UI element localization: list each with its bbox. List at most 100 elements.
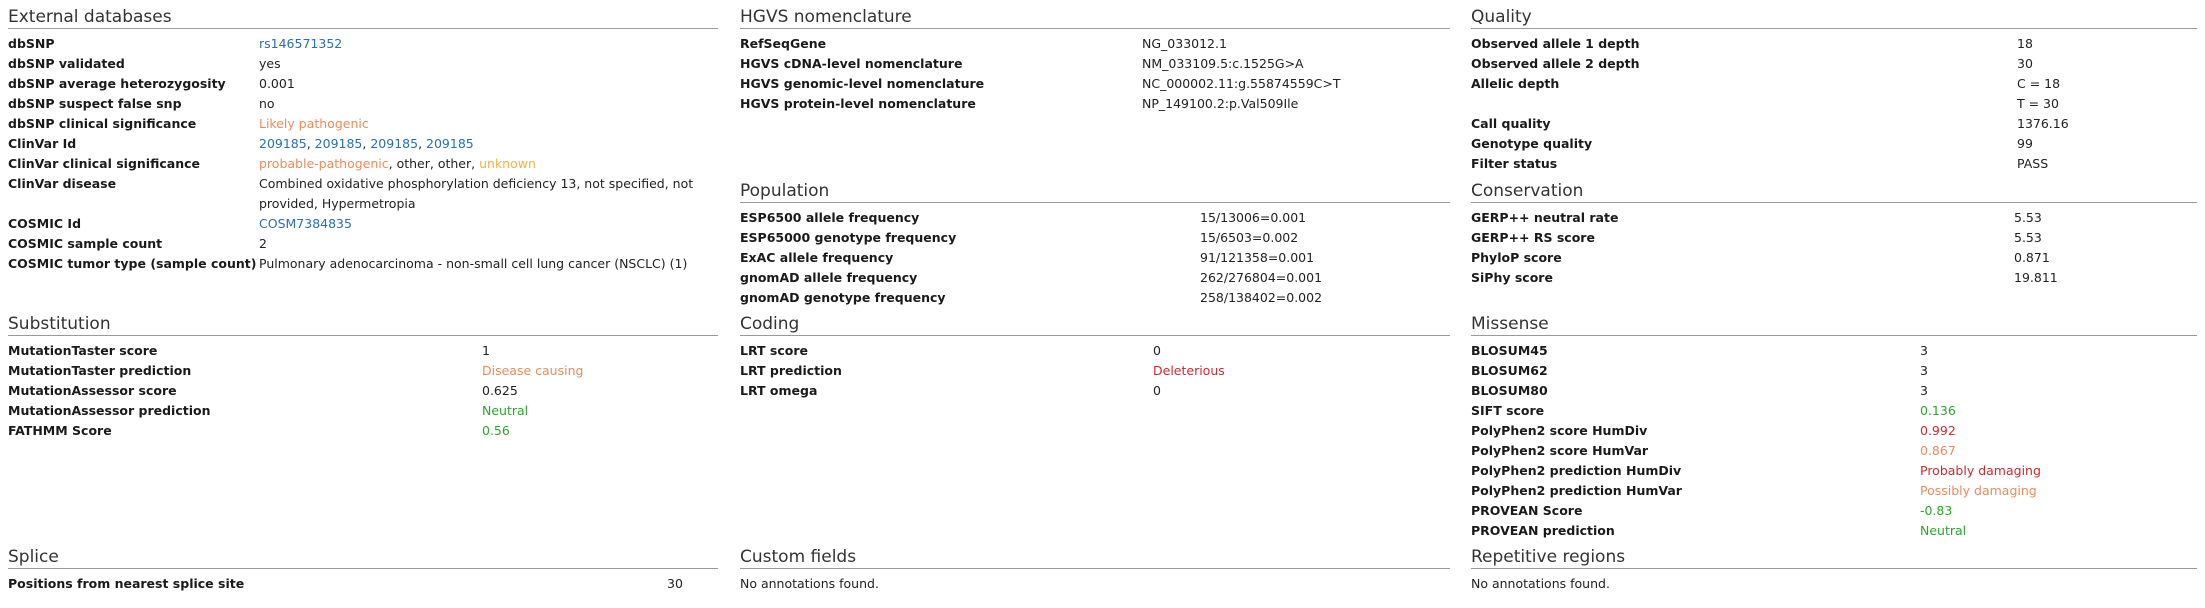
field-row: PolyPhen2 prediction HumDiv Probably dama… [1471,461,2197,481]
field-label: PolyPhen2 prediction HumVar [1471,483,1682,498]
field-value: 2 [259,236,267,251]
field-value: 0.625 [482,383,518,398]
field-value: 0.871 [2014,250,2050,265]
field-label: PolyPhen2 score HumVar [1471,443,1649,458]
field-label: Positions from nearest splice site [8,576,245,591]
field-label: RefSeqGene [740,36,827,51]
field-value: NP_149100.2:p.Val509Ile [1142,96,1299,111]
field-row: Genotype quality 99 [1471,134,2197,154]
repetitive-regions-section: Repetitive regions No annotations found. [1471,546,2197,594]
substitution-section: Substitution MutationTaster score 1 Mutat… [8,313,718,441]
field-label: HGVS genomic-level nomenclature [740,76,985,91]
field-row: ClinVar Id 209185, 209185, 209185, 20918… [8,134,718,154]
field-row: HGVS genomic-level nomenclature NC_000002… [740,74,1450,94]
field-row: ESP6500 allele frequency 15/13006=0.001 [740,208,1450,228]
field-label: COSMIC sample count [8,236,163,251]
field-value: NG_033012.1 [1142,36,1227,51]
field-label: SIFT score [1471,403,1545,418]
field-label: PhyloP score [1471,250,1562,265]
field-row: Observed allele 1 depth 18 [1471,34,2197,54]
prediction-value: Neutral [1920,523,1967,538]
field-row: ESP65000 genotype frequency 15/6503=0.002 [740,228,1450,248]
field-value: 258/138402=0.002 [1200,290,1323,305]
field-label: dbSNP validated [8,56,125,71]
prediction-value: Disease causing [482,363,584,378]
dbsnp-link[interactable]: rs146571352 [259,34,342,54]
field-row: Filter status PASS [1471,154,2197,174]
field-row: PROVEAN Score -0.83 [1471,501,2197,521]
field-label: COSMIC Id [8,216,82,231]
field-label: PolyPhen2 score HumDiv [1471,423,1648,438]
field-row: PolyPhen2 score HumDiv 0.992 [1471,421,2197,441]
field-row: Positions from nearest splice site 30 [8,574,718,594]
field-value: 0.001 [259,76,295,91]
field-row: BLOSUM45 3 [1471,341,2197,361]
field-row: BLOSUM80 3 [1471,381,2197,401]
section-title: Missense [1471,313,2197,336]
field-row: dbSNP average heterozygosity 0.001 [8,74,718,94]
field-row: COSMIC sample count 2 [8,234,718,254]
field-row: MutationTaster prediction Disease causing [8,361,718,381]
splice-section: Splice Positions from nearest splice sit… [8,546,718,594]
field-value: 3 [1920,383,1928,398]
field-label: BLOSUM45 [1471,343,1548,358]
section-title: Substitution [8,313,718,336]
empty-note: No annotations found. [740,576,879,591]
clinvar-disease-value: Combined oxidative phosphorylation defic… [259,176,694,211]
field-label: Genotype quality [1471,136,1593,151]
field-value: 19.811 [2014,270,2058,285]
field-label: Call quality [1471,116,1551,131]
field-row: FATHMM Score 0.56 [8,421,718,441]
field-label: FATHMM Score [8,423,112,438]
field-label: MutationTaster prediction [8,363,192,378]
field-row: dbSNP validated yes [8,54,718,74]
field-label: GERP++ neutral rate [1471,210,1619,225]
significance-value: other [396,156,430,171]
external-databases-section: External databases dbSNP rs146571352 dbS… [8,6,718,274]
field-row: ClinVar disease Combined oxidative phosp… [8,174,718,214]
field-value: no [259,96,275,111]
allelic-depth-t: T = 30 [2017,96,2059,111]
cosmic-link[interactable]: COSM7384835 [259,214,352,234]
field-label: ClinVar clinical significance [8,156,200,171]
field-row: ExAC allele frequency 91/121358=0.001 [740,248,1450,268]
quality-section: Quality Observed allele 1 depth 18 Observ… [1471,6,2197,174]
field-row: BLOSUM62 3 [1471,361,2197,381]
section-title: Custom fields [740,546,1450,569]
field-value: 1376.16 [2017,116,2069,131]
section-title: Splice [8,546,718,569]
clinvar-link[interactable]: 209185 [426,136,474,151]
field-row: GERP++ neutral rate 5.53 [1471,208,2197,228]
field-label: MutationAssessor score [8,383,177,398]
field-value: 30 [667,576,683,591]
field-row: HGVS cDNA-level nomenclature NM_033109.5:… [740,54,1450,74]
section-title: HGVS nomenclature [740,6,1450,29]
field-label: gnomAD allele frequency [740,270,918,285]
field-row: COSMIC tumor type (sample count) Pulmona… [8,254,718,274]
field-label: PROVEAN prediction [1471,523,1615,538]
field-row: MutationAssessor prediction Neutral [8,401,718,421]
field-row: HGVS protein-level nomenclature NP_149100… [740,94,1450,114]
section-title: Conservation [1471,180,2197,203]
clinvar-link[interactable]: 209185 [259,136,307,151]
clinvar-link[interactable]: 209185 [315,136,363,151]
field-row: PolyPhen2 score HumVar 0.867 [1471,441,2197,461]
field-value: 0 [1153,383,1161,398]
field-value: 0.56 [482,423,510,438]
field-row: PolyPhen2 prediction HumVar Possibly dama… [1471,481,2197,501]
prediction-value: Possibly damaging [1920,483,2037,498]
field-label: HGVS cDNA-level nomenclature [740,56,963,71]
field-value: 15/13006=0.001 [1200,210,1307,225]
field-label: ExAC allele frequency [740,250,894,265]
field-value: NC_000002.11:g.55874559C>T [1142,76,1341,91]
prediction-value: Neutral [482,403,529,418]
clinvar-link[interactable]: 209185 [370,136,418,151]
field-label: dbSNP suspect false snp [8,96,182,111]
field-value: 0.992 [1920,423,1956,438]
field-label: gnomAD genotype frequency [740,290,946,305]
field-label: Allelic depth [1471,76,1560,91]
field-label: BLOSUM62 [1471,363,1548,378]
field-row: GERP++ RS score 5.53 [1471,228,2197,248]
field-row: Observed allele 2 depth 30 [1471,54,2197,74]
field-value: 91/121358=0.001 [1200,250,1315,265]
